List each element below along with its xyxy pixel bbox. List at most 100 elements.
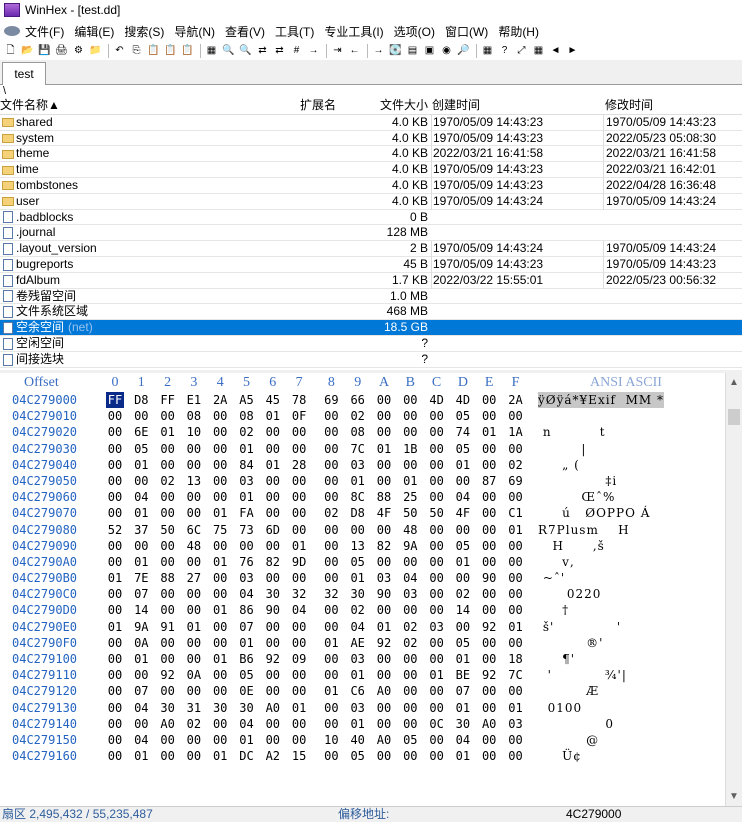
hex-byte[interactable]: 6E — [132, 424, 150, 440]
column-size-header[interactable]: 文件大小 — [340, 98, 428, 114]
help-icon[interactable]: ? — [497, 45, 512, 58]
hex-byte[interactable]: 90 — [375, 586, 393, 602]
hex-byte[interactable]: 48 — [401, 522, 419, 538]
hex-byte[interactable]: 00 — [375, 667, 393, 683]
hex-byte[interactable]: 01 — [428, 667, 446, 683]
ascii-text[interactable]: 0 — [538, 716, 614, 732]
hex-byte[interactable]: 00 — [159, 505, 177, 521]
hex-byte[interactable]: 00 — [375, 392, 393, 408]
hex-byte[interactable]: 00 — [507, 489, 525, 505]
hex-byte[interactable]: AE — [349, 635, 367, 651]
hex-byte[interactable]: 0A — [185, 667, 203, 683]
hex-byte[interactable]: 82 — [375, 538, 393, 554]
hex-byte[interactable]: 00 — [211, 489, 229, 505]
hex-byte[interactable]: 00 — [428, 489, 446, 505]
hex-byte[interactable]: 01 — [507, 619, 525, 635]
hex-byte[interactable]: 08 — [238, 408, 256, 424]
hex-byte[interactable]: 00 — [290, 667, 308, 683]
hex-byte[interactable]: 00 — [322, 619, 340, 635]
hex-byte[interactable]: A0 — [375, 683, 393, 699]
hex-byte[interactable]: 00 — [428, 408, 446, 424]
hex-byte[interactable]: 00 — [264, 619, 282, 635]
hex-byte[interactable]: 05 — [349, 554, 367, 570]
hex-byte[interactable]: 00 — [428, 732, 446, 748]
disk-icon[interactable]: 💽 — [388, 45, 403, 58]
hex-byte[interactable]: 13 — [185, 473, 203, 489]
hexview-icon[interactable]: ▦ — [531, 45, 546, 58]
file-row[interactable]: fdAlbum 1.7 KB 2022/03/22 15:55:01 2022/05/… — [0, 272, 742, 289]
undo-icon[interactable]: ↶ — [112, 45, 127, 58]
hex-byte[interactable]: 00 — [106, 683, 124, 699]
hex-byte[interactable]: 01 — [238, 732, 256, 748]
hex-byte[interactable]: 00 — [480, 457, 498, 473]
hex-byte[interactable]: 00 — [507, 441, 525, 457]
hex-byte[interactable]: 9A — [401, 538, 419, 554]
forward-icon[interactable]: → — [371, 45, 386, 58]
hex-byte[interactable]: 00 — [159, 538, 177, 554]
hex-byte[interactable]: 86 — [238, 602, 256, 618]
hex-byte[interactable]: 1A — [507, 424, 525, 440]
ascii-text[interactable]: H ‚š — [538, 538, 605, 554]
file-row[interactable]: shared 4.0 KB 1970/05/09 14:43:23 1970/05/0… — [0, 114, 742, 131]
hex-byte[interactable]: 05 — [454, 408, 472, 424]
hex-byte[interactable]: 03 — [238, 570, 256, 586]
hex-byte[interactable]: 04 — [454, 732, 472, 748]
hex-byte[interactable]: D8 — [132, 392, 150, 408]
hex-byte[interactable]: B6 — [238, 651, 256, 667]
hex-byte[interactable]: 07 — [132, 683, 150, 699]
hex-byte[interactable]: 01 — [401, 473, 419, 489]
hex-byte[interactable]: 07 — [238, 619, 256, 635]
hex-byte[interactable]: 01 — [264, 408, 282, 424]
hex-byte[interactable]: 00 — [290, 732, 308, 748]
ascii-text[interactable]: ~ˆ' — [538, 570, 565, 586]
hex-byte[interactable]: 00 — [480, 554, 498, 570]
hex-byte[interactable]: 00 — [480, 505, 498, 521]
ascii-text[interactable]: ÿØÿá*¥Exif MM * — [538, 392, 665, 409]
hex-byte[interactable]: 00 — [211, 586, 229, 602]
hex-byte[interactable]: 00 — [375, 522, 393, 538]
file-row[interactable]: time 4.0 KB 1970/05/09 14:43:23 2022/03/21 … — [0, 162, 742, 178]
hex-byte[interactable]: 04 — [238, 716, 256, 732]
scroll-up-icon[interactable]: ▲ — [729, 377, 739, 388]
hex-byte[interactable]: 00 — [428, 554, 446, 570]
hex-byte[interactable]: 00 — [211, 570, 229, 586]
hex-byte[interactable]: 00 — [322, 667, 340, 683]
hex-byte[interactable]: 00 — [375, 716, 393, 732]
hex-byte[interactable]: 00 — [428, 424, 446, 440]
hex-byte[interactable]: 00 — [322, 602, 340, 618]
hex-byte[interactable]: 25 — [401, 489, 419, 505]
hex-byte[interactable]: 00 — [211, 683, 229, 699]
hex-view[interactable]: Offset ANSI ASCII 0123456789ABCDEF 04C27… — [0, 373, 742, 806]
hex-byte[interactable]: 00 — [185, 732, 203, 748]
scroll-thumb[interactable] — [728, 409, 740, 425]
hex-byte[interactable]: 00 — [106, 408, 124, 424]
file-row[interactable]: tombstones 4.0 KB 1970/05/09 14:43:23 2022/… — [0, 177, 742, 194]
hex-byte[interactable]: 00 — [264, 683, 282, 699]
menu-item[interactable]: 专业工具(I) — [319, 23, 388, 40]
hex-byte[interactable]: 00 — [480, 392, 498, 408]
hex-byte[interactable]: 01 — [480, 424, 498, 440]
hex-byte[interactable]: 00 — [480, 683, 498, 699]
system-menu-icon[interactable] — [4, 26, 20, 36]
hex-byte[interactable]: 00 — [507, 748, 525, 764]
hex-byte[interactable]: 00 — [401, 392, 419, 408]
column-created-header[interactable]: 创建时间 — [431, 98, 604, 114]
hex-byte[interactable]: 00 — [264, 441, 282, 457]
hex-byte[interactable]: 01 — [211, 505, 229, 521]
hex-byte[interactable]: 00 — [322, 651, 340, 667]
hex-byte[interactable]: 00 — [401, 716, 419, 732]
hex-byte[interactable]: 04 — [290, 602, 308, 618]
hex-byte[interactable]: 84 — [238, 457, 256, 473]
ascii-text[interactable]: š' ' — [538, 619, 621, 635]
hex-byte[interactable]: 00 — [211, 538, 229, 554]
file-row[interactable]: bugreports 45 B 1970/05/09 14:43:23 1970/05… — [0, 256, 742, 273]
hex-byte[interactable]: 0C — [428, 716, 446, 732]
ascii-text[interactable]: † — [538, 602, 569, 618]
hex-byte[interactable]: 00 — [428, 570, 446, 586]
hex-byte[interactable]: 01 — [322, 635, 340, 651]
hex-byte[interactable]: 01 — [454, 748, 472, 764]
hex-byte[interactable]: 50 — [159, 522, 177, 538]
hex-byte[interactable]: 00 — [428, 635, 446, 651]
hex-byte[interactable]: 00 — [106, 424, 124, 440]
hex-byte[interactable]: 4F — [375, 505, 393, 521]
